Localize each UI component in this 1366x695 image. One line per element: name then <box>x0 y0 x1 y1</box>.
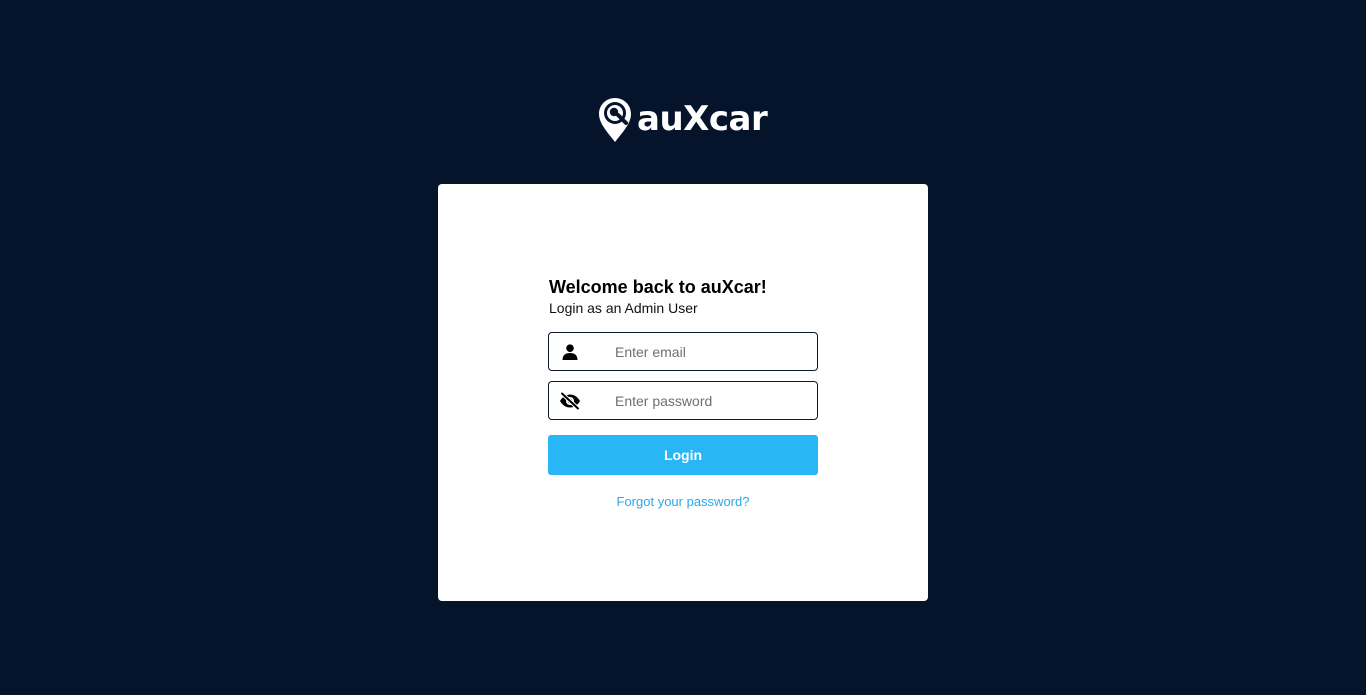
user-icon <box>549 333 591 370</box>
location-pin-icon <box>599 98 631 142</box>
forgot-password-link[interactable]: Forgot your password? <box>548 494 818 509</box>
login-card: Welcome back to auXcar! Login as an Admi… <box>438 184 928 601</box>
welcome-title: Welcome back to auXcar! <box>549 277 767 297</box>
login-subtitle: Login as an Admin User <box>549 300 698 316</box>
brand-logo: auXcar <box>598 96 768 144</box>
brand-name: auXcar <box>637 99 768 139</box>
login-button[interactable]: Login <box>548 435 818 475</box>
login-form: Welcome back to auXcar! Login as an Admi… <box>548 276 818 509</box>
eye-slash-icon[interactable] <box>549 382 591 419</box>
email-input[interactable] <box>615 343 805 360</box>
password-field[interactable] <box>548 381 818 420</box>
email-field[interactable] <box>548 332 818 371</box>
password-input[interactable] <box>615 392 805 409</box>
